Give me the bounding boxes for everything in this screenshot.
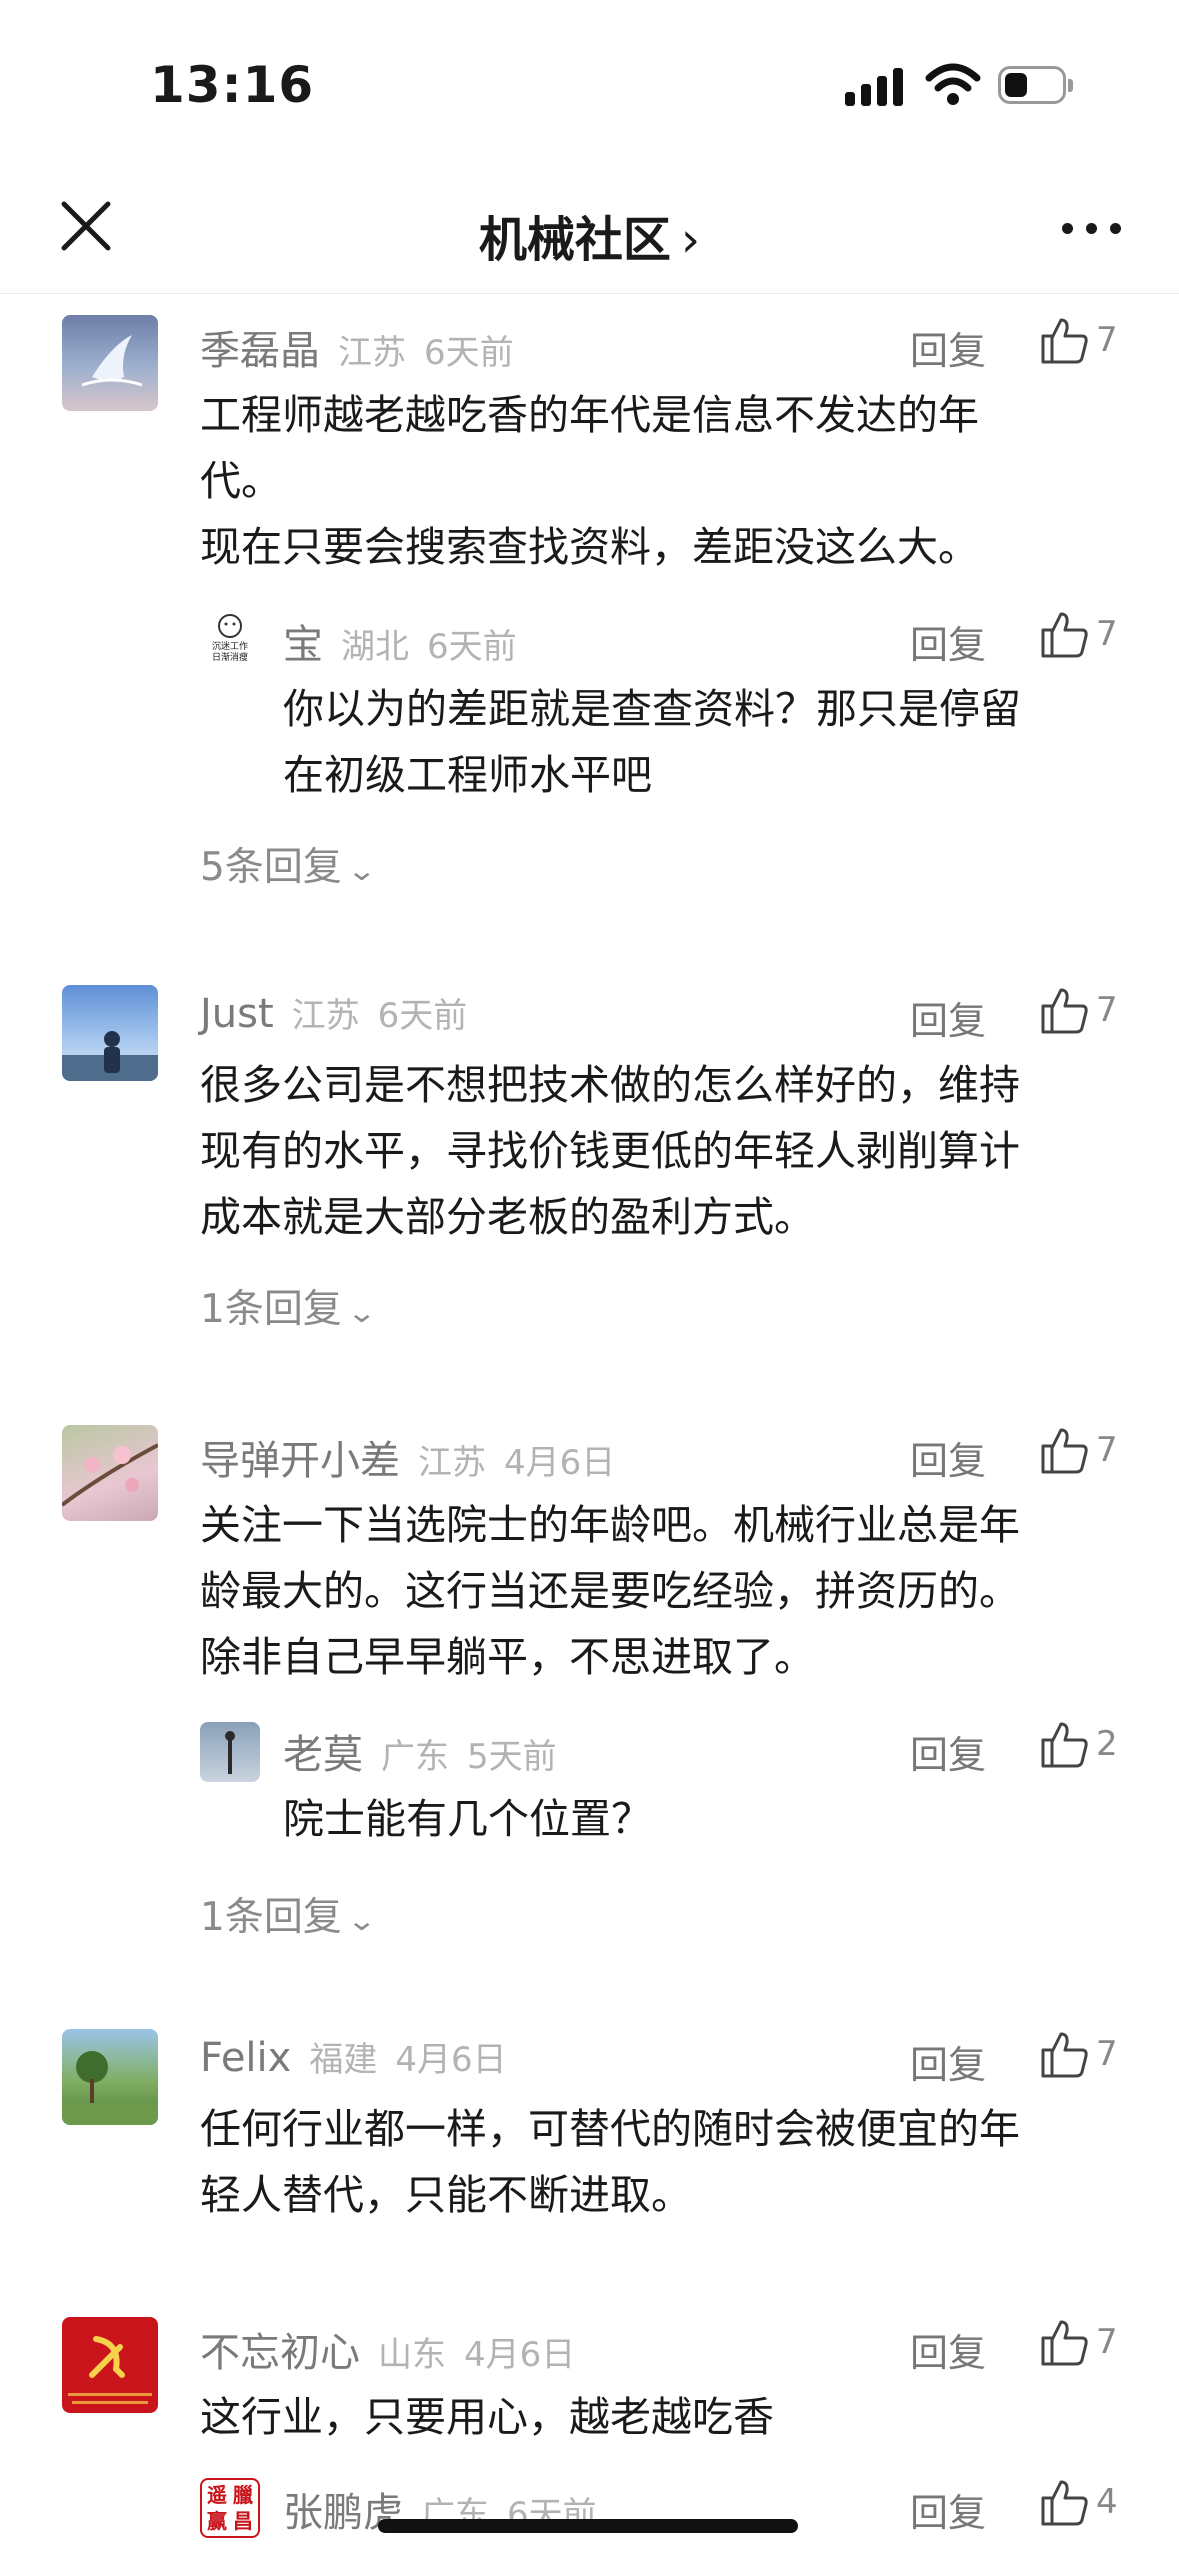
comment-text: 任何行业都一样，可替代的随时会被便宜的年 轻人替代，只能不断进取。	[200, 2105, 1020, 2219]
comment-author: 导弹开小差 江苏 4月6日	[200, 1428, 615, 1486]
thumbs-up-icon	[1041, 988, 1088, 1034]
avatar[interactable]: 沉迷工作 日渐消瘦	[200, 610, 260, 670]
reply-button[interactable]: 回复	[910, 2322, 986, 2377]
like-count: 7	[1096, 990, 1118, 1030]
author-name[interactable]: 季磊晶	[200, 328, 320, 374]
home-indicator[interactable]	[378, 2519, 798, 2533]
comment-text: 关注一下当选院士的年龄吧。机械行业总是年 龄最大的。这行当还是要吃经验，拼资历的。…	[200, 1501, 1020, 1681]
comment-text: 这行业，只要用心，越老越吃香	[200, 2393, 774, 2441]
reply-author: 老莫 广东 5天前	[283, 1722, 557, 1780]
comment-text: 工程师越老越吃香的年代是信息不发达的年 代。 现在只要会搜索查找资料，差距没这么大。	[200, 391, 979, 571]
like-count: 7	[1096, 320, 1118, 360]
avatar[interactable]: 遥臘 赢昌	[200, 2478, 260, 2538]
avatar[interactable]	[62, 2029, 158, 2125]
author-location: 江苏	[418, 1443, 486, 1483]
chevron-down-icon: ⌄	[346, 854, 377, 887]
author-location: 广东	[381, 1737, 449, 1777]
reply-author: 宝湖北 6天前	[283, 612, 517, 670]
like-count: 7	[1096, 614, 1118, 654]
comment-text: 很多公司是不想把技术做的怎么样好的，维持 现有的水平，寻找价钱更低的年轻人剥削算计…	[200, 1061, 1020, 1241]
avatar[interactable]	[62, 315, 158, 411]
comment-time: 4月6日	[395, 2040, 507, 2080]
author-name[interactable]: Just	[200, 991, 274, 1037]
comment-author: Just 江苏 6天前	[200, 988, 467, 1037]
like-count: 7	[1096, 2322, 1118, 2362]
cellular-signal-icon	[845, 66, 905, 106]
comment-time: 6天前	[377, 996, 468, 1036]
reply-button[interactable]: 回复	[910, 2482, 986, 2537]
wifi-icon	[925, 63, 981, 105]
author-name[interactable]: 宝	[283, 622, 323, 668]
chevron-down-icon: ⌄	[346, 1296, 377, 1329]
reply-button[interactable]: 回复	[910, 1430, 986, 1485]
author-name[interactable]: 导弹开小差	[200, 1438, 400, 1484]
author-location: 湖北	[341, 627, 409, 667]
battery-tip	[1068, 79, 1073, 92]
chevron-down-icon: ⌄	[346, 1904, 377, 1937]
author-location: 江苏	[291, 996, 360, 1036]
like-button[interactable]: 2	[1038, 1718, 1148, 1772]
like-button[interactable]: 7	[1038, 984, 1148, 1038]
avatar[interactable]	[200, 1722, 260, 1782]
like-button[interactable]: 4	[1038, 2476, 1148, 2530]
view-replies-button[interactable]: 5条回复 ⌄	[200, 836, 377, 892]
community-title[interactable]: 机械社区 ›	[0, 200, 1179, 270]
reply-button[interactable]: 回复	[910, 614, 986, 669]
comment-time: 5天前	[467, 1737, 557, 1777]
comment-author: 季磊晶 江苏 6天前	[200, 318, 514, 376]
seal-avatar-text: 遥臘 赢昌	[207, 2483, 253, 2533]
thumbs-up-icon	[1041, 2320, 1088, 2366]
like-count: 7	[1096, 2034, 1118, 2074]
comment-time: 4月6日	[464, 2335, 576, 2375]
more-icon[interactable]	[1062, 218, 1122, 238]
comment-time: 6天前	[424, 333, 514, 373]
view-replies-button[interactable]: 1条回复 ⌄	[200, 1278, 377, 1334]
thumbs-up-icon	[1041, 2480, 1088, 2526]
like-button[interactable]: 7	[1038, 608, 1148, 662]
reply-text: 院士能有几个位置？	[283, 1795, 652, 1843]
like-button[interactable]: 7	[1038, 1424, 1148, 1478]
thumbs-up-icon	[1041, 1722, 1088, 1768]
avatar[interactable]	[62, 1425, 158, 1521]
community-title-text: 机械社区	[478, 212, 671, 268]
author-location: 福建	[309, 2040, 378, 2080]
comment-time: 6天前	[427, 627, 517, 667]
like-count: 7	[1096, 1430, 1118, 1470]
nav-bar: 机械社区 ›	[0, 170, 1179, 294]
reply-button[interactable]: 回复	[910, 1724, 986, 1779]
chevron-right-icon: ›	[680, 212, 701, 268]
comment-author: 不忘初心 山东 4月6日	[200, 2320, 575, 2378]
reply-button[interactable]: 回复	[910, 990, 986, 1045]
author-name[interactable]: Felix	[200, 2035, 291, 2081]
like-count: 2	[1096, 1724, 1118, 1764]
like-button[interactable]: 7	[1038, 2028, 1148, 2082]
avatar-caption: 沉迷工作 日渐消瘦	[211, 642, 248, 663]
like-button[interactable]: 7	[1038, 2316, 1148, 2370]
status-time: 13:16	[150, 56, 315, 114]
thumbs-up-icon	[1041, 1428, 1088, 1474]
author-name[interactable]: 不忘初心	[200, 2330, 360, 2376]
thumbs-up-icon	[1041, 318, 1088, 364]
reply-button[interactable]: 回复	[910, 2034, 986, 2089]
comment-author: Felix 福建 4月6日	[200, 2032, 507, 2081]
avatar[interactable]	[62, 2317, 158, 2413]
like-count: 4	[1096, 2482, 1118, 2522]
avatar[interactable]	[62, 985, 158, 1081]
battery-icon	[998, 66, 1066, 104]
view-replies-button[interactable]: 1条回复 ⌄	[200, 1886, 377, 1942]
author-location: 山东	[378, 2335, 446, 2375]
author-location: 江苏	[338, 333, 406, 373]
author-name[interactable]: 老莫	[283, 1732, 363, 1778]
like-button[interactable]: 7	[1038, 314, 1148, 368]
status-bar: 13:16	[0, 0, 1179, 170]
thumbs-up-icon	[1041, 2032, 1088, 2078]
reply-text: 你以为的差距就是查查资料？那只是停留 在初级工程师水平吧	[283, 685, 1021, 799]
reply-button[interactable]: 回复	[910, 320, 986, 375]
comment-time: 4月6日	[504, 1443, 616, 1483]
thumbs-up-icon	[1041, 612, 1088, 658]
